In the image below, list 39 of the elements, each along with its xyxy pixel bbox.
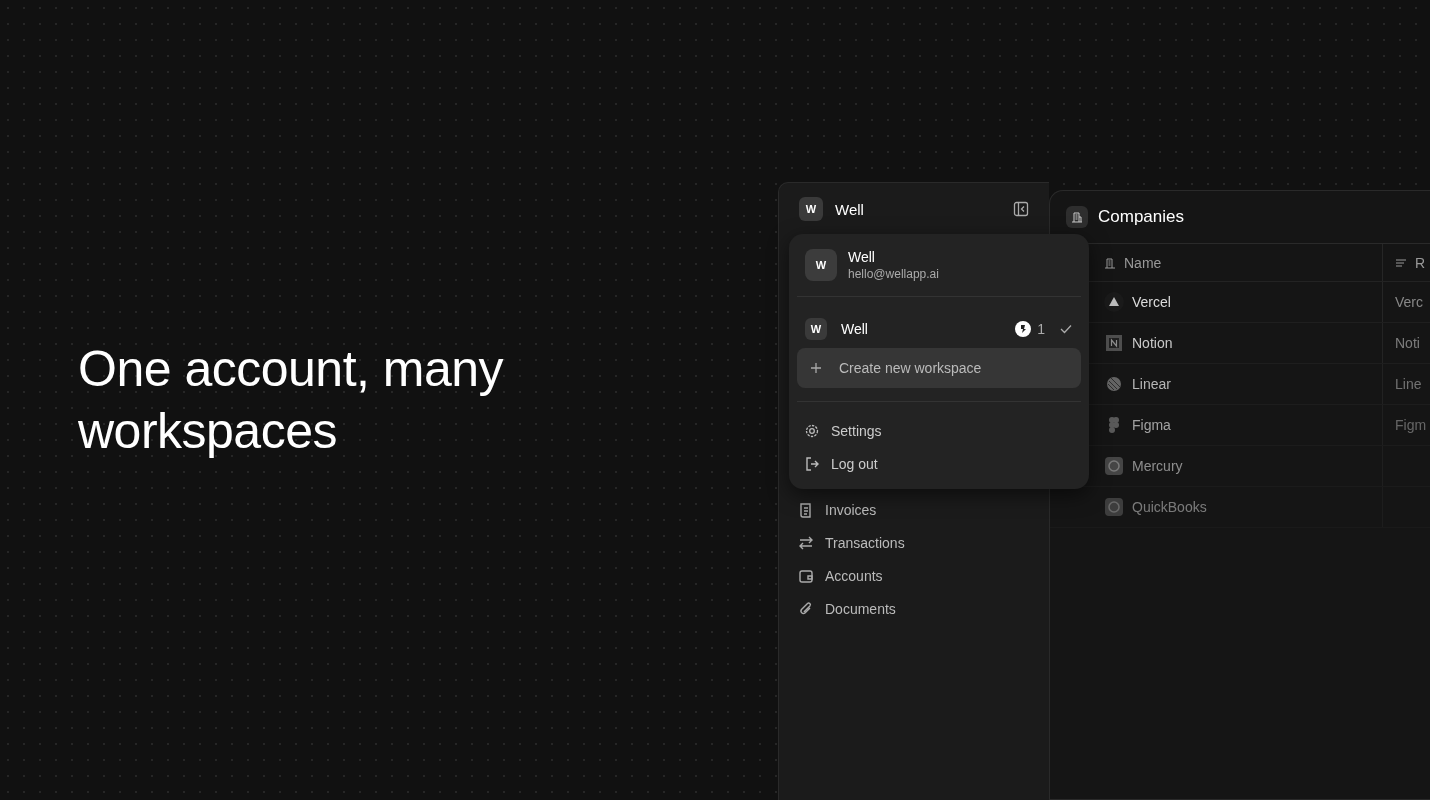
workspace-avatar[interactable]: W [799,197,823,221]
workspace-item[interactable]: W Well 1 [797,310,1081,348]
text-lines-icon [1395,256,1407,269]
table-cell: Figm [1382,405,1430,445]
create-workspace-item[interactable]: Create new workspace [797,348,1081,388]
profile-name: Well [848,249,876,265]
building-icon [1104,256,1116,269]
logout-icon [803,454,821,473]
table-cell: Verc [1382,282,1430,322]
menu-item[interactable]: Log out [797,447,1081,480]
striped-circle-icon [1104,374,1124,394]
building-icon [1066,206,1088,228]
table-cell: QuickBooks [1092,487,1382,527]
column-header[interactable]: Name [1092,244,1382,281]
table-cell: Figma [1092,405,1382,445]
sidebar-item[interactable]: Transactions [797,526,1031,559]
headline: One account, many workspaces [78,340,505,461]
workspace-name[interactable]: Well [835,200,1001,218]
table-cell: Linear [1092,364,1382,404]
member-avatar-icon [1015,321,1032,337]
ring-icon [1104,497,1124,517]
table-cell: Notion [1092,323,1382,363]
table-cell: Vercel [1092,282,1382,322]
member-count: 1 [1037,321,1045,337]
page-title: Companies [1098,207,1184,227]
profile-email: hello@wellapp.ai [848,267,939,281]
check-icon [1059,322,1073,336]
profile-avatar: W [805,249,837,281]
square-logo-icon [1104,333,1124,353]
ring-icon [1104,456,1124,476]
menu-item[interactable]: Settings [797,414,1081,447]
table-cell: Noti [1382,323,1430,363]
sidebar-item[interactable]: Invoices [797,493,1031,526]
sidebar-item[interactable]: Accounts [797,559,1031,592]
column-header[interactable]: R [1382,244,1430,281]
sidebar-item[interactable]: Documents [797,592,1031,625]
table-cell: Line [1382,364,1430,404]
table-cell: Mercury [1092,446,1382,486]
collapse-sidebar-icon[interactable] [1013,201,1029,217]
